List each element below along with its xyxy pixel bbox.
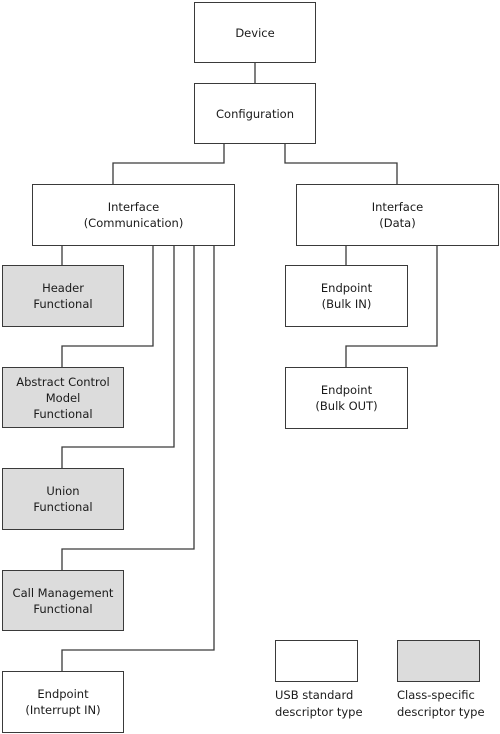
label-line: descriptor type (275, 705, 363, 719)
label-line: (Bulk OUT) (315, 399, 378, 413)
legend-label-class-specific: Class-specific descriptor type (397, 687, 485, 721)
node-interface-data: Interface (Data) (296, 184, 499, 246)
label-line: (Bulk IN) (321, 297, 372, 311)
label-line: Model (45, 390, 81, 405)
legend-swatch-class-specific (397, 640, 480, 682)
node-device: Device (194, 2, 316, 63)
node-endpoint-interrupt-in: Endpoint (Interrupt IN) (2, 671, 124, 733)
label-line: Configuration (216, 106, 294, 121)
label-line: Functional (33, 601, 93, 616)
label-line: Interface (107, 200, 160, 214)
label-line: Interface (371, 200, 424, 214)
label-line: Endpoint (320, 383, 373, 397)
edge-configuration-interface-data (284, 143, 398, 184)
node-interface-communication: Interface (Communication) (32, 184, 235, 246)
node-endpoint-bulk-out: Endpoint (Bulk OUT) (285, 367, 408, 429)
node-endpoint-bulk-in: Endpoint (Bulk IN) (285, 265, 408, 327)
label-line: Union (46, 484, 80, 498)
label-line: Endpoint (320, 281, 373, 295)
legend-swatch-standard (275, 640, 358, 682)
label-line: Endpoint (37, 687, 89, 701)
node-call-management-functional: Call Management Functional (2, 570, 124, 631)
label-line: Functional (33, 406, 93, 421)
label-line: Abstract Control (16, 374, 110, 389)
node-acm-functional: Abstract Control Model Functional (2, 367, 124, 428)
label-line: (Communication) (83, 216, 184, 230)
label-line: descriptor type (397, 705, 485, 719)
label-line: (Data) (379, 216, 416, 230)
label-line: Functional (33, 500, 93, 514)
label-line: USB standard (275, 688, 354, 702)
label-line: Device (235, 25, 275, 40)
node-configuration: Configuration (194, 83, 316, 144)
label-line: Class-specific (397, 688, 475, 702)
node-header-functional: Header Functional (2, 265, 124, 327)
node-union-functional: Union Functional (2, 468, 124, 530)
label-line: Functional (33, 297, 93, 311)
label-line: (Interrupt IN) (25, 703, 101, 717)
legend-label-standard: USB standard descriptor type (275, 687, 363, 721)
label-line: Header (42, 281, 84, 295)
label-line: Call Management (12, 585, 114, 600)
edge-configuration-interface-comm (112, 143, 225, 184)
